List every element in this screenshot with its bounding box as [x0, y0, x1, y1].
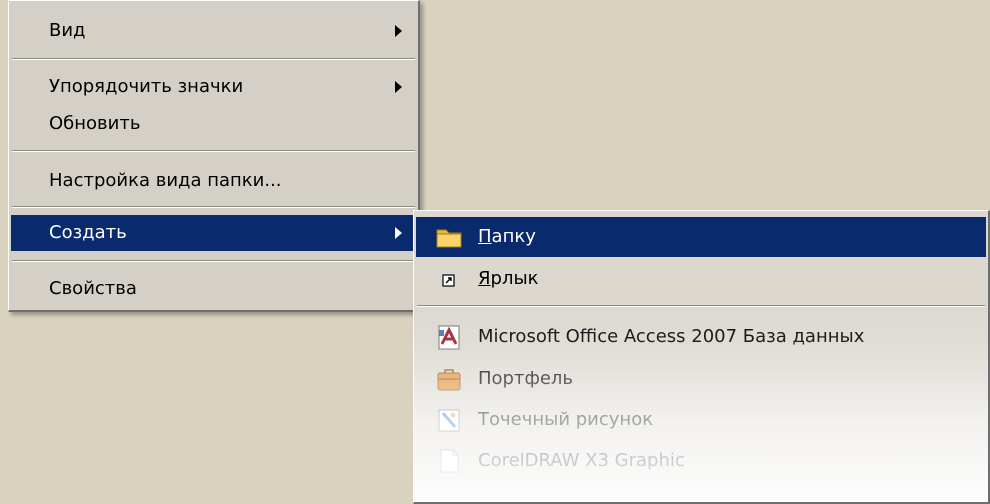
menu-item-refresh[interactable]: Обновить: [11, 106, 416, 142]
menu-item-label: Упорядочить значки: [49, 76, 244, 97]
submenu-item-briefcase[interactable]: Портфель: [416, 359, 986, 399]
submenu-item-coreldraw[interactable]: CorelDRAW X3 Graphic: [416, 441, 986, 481]
submenu-item-bitmap[interactable]: Точечный рисунок: [416, 400, 986, 440]
shortcut-icon: [442, 274, 455, 287]
menu-separator: [12, 260, 415, 262]
submenu-item-label: Microsoft Office Access 2007 База данных: [478, 326, 865, 347]
bitmap-image-icon: [438, 409, 460, 432]
submenu-arrow-icon: [395, 227, 402, 239]
access-database-icon: [438, 325, 460, 350]
menu-item-customize-folder[interactable]: Настройка вида папки...: [11, 163, 416, 199]
submenu-arrow-icon: [395, 81, 402, 93]
menu-separator: [417, 305, 985, 307]
submenu-item-label: Точечный рисунок: [478, 409, 654, 430]
submenu-item-label: Портфель: [478, 368, 574, 389]
menu-item-label: Вид: [49, 20, 86, 41]
briefcase-icon: [437, 369, 461, 391]
menu-item-label: Создать: [49, 222, 127, 243]
submenu-arrow-icon: [395, 25, 402, 37]
context-menu: Вид Упорядочить значки Обновить Настройк…: [8, 0, 420, 312]
submenu-item-label: Папку: [478, 226, 536, 247]
menu-item-label: Обновить: [49, 113, 141, 134]
menu-item-view[interactable]: Вид: [11, 13, 416, 49]
new-submenu: Папку Ярлык Microsoft Office Access 2007…: [413, 210, 990, 504]
submenu-item-label: CorelDRAW X3 Graphic: [478, 450, 685, 471]
menu-item-properties[interactable]: Свойства: [11, 271, 416, 307]
coreldraw-icon: [440, 449, 459, 473]
menu-item-label: Настройка вида папки...: [49, 170, 282, 191]
menu-separator: [12, 58, 415, 60]
menu-item-new[interactable]: Создать: [11, 215, 416, 251]
submenu-item-access-db[interactable]: Microsoft Office Access 2007 База данных: [416, 317, 986, 357]
folder-icon: [436, 229, 462, 248]
submenu-item-label: Ярлык: [478, 268, 539, 289]
menu-separator: [12, 150, 415, 152]
menu-item-arrange-icons[interactable]: Упорядочить значки: [11, 69, 416, 105]
submenu-item-folder[interactable]: Папку: [416, 217, 986, 257]
menu-item-label: Свойства: [49, 278, 137, 299]
menu-separator: [12, 206, 415, 208]
submenu-item-shortcut[interactable]: Ярлык: [416, 259, 986, 299]
